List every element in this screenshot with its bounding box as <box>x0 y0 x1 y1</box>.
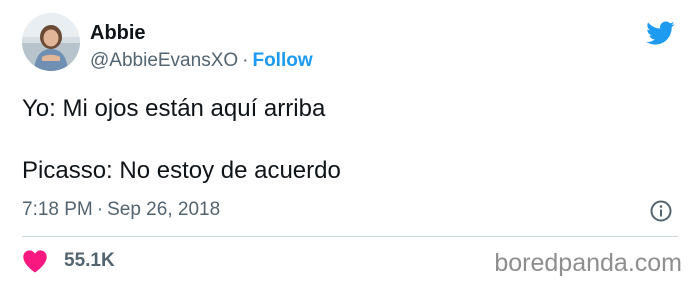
tweet-text-line-1: Yo: Mi ojos están aquí arriba <box>22 95 326 122</box>
author-handle[interactable]: @AbbieEvansXO <box>90 50 238 71</box>
tweet-text-line-2: Picasso: No estoy de acuerdo <box>22 157 341 184</box>
like-count: 55.1K <box>64 250 115 271</box>
author-name[interactable]: Abbie <box>90 21 146 45</box>
like-button[interactable]: 55.1K <box>22 246 115 276</box>
follow-button[interactable]: Follow <box>252 50 312 71</box>
author-handle-row: @AbbieEvansXO · Follow <box>90 50 313 72</box>
avatar-photo <box>22 13 80 71</box>
info-icon[interactable] <box>649 199 673 223</box>
handle-separator: · <box>242 50 249 71</box>
divider <box>22 236 678 237</box>
tweet-timestamp[interactable]: 7:18 PM · Sep 26, 2018 <box>22 199 220 221</box>
watermark: boredpanda.com <box>494 249 682 277</box>
twitter-bird-icon[interactable] <box>643 18 677 48</box>
tweet-date: Sep 26, 2018 <box>107 199 221 220</box>
timestamp-separator: · <box>96 199 104 220</box>
avatar[interactable] <box>22 13 80 71</box>
heart-icon <box>23 250 47 273</box>
tweet-time: 7:18 PM <box>22 199 93 220</box>
